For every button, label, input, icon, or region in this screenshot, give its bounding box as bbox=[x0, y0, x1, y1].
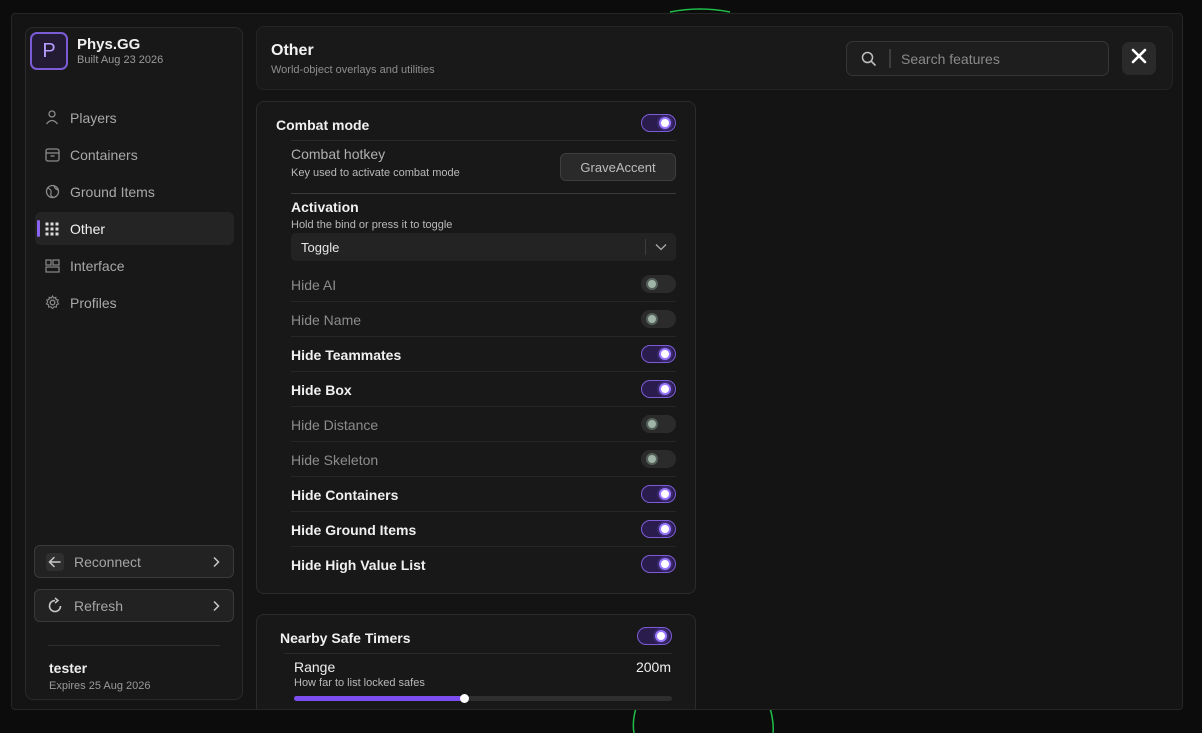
grid-icon bbox=[44, 221, 60, 237]
close-icon bbox=[1131, 48, 1147, 69]
gear-icon bbox=[44, 295, 60, 311]
person-icon bbox=[44, 110, 60, 126]
brand: P Phys.GG Built Aug 23 2026 bbox=[30, 32, 163, 70]
activation-value: Toggle bbox=[301, 239, 340, 255]
combat-hotkey-label: Combat hotkey bbox=[291, 146, 386, 162]
slider-handle[interactable] bbox=[460, 694, 470, 703]
page-header: Other World-object overlays and utilitie… bbox=[256, 26, 1173, 90]
user-divider bbox=[48, 645, 220, 646]
page-title: Other bbox=[271, 42, 314, 59]
close-button[interactable] bbox=[1122, 42, 1156, 75]
option-hide-distance: Hide Distance bbox=[291, 407, 676, 442]
option-hide-teammates: Hide Teammates bbox=[291, 337, 676, 372]
option-hide-skeleton: Hide Skeleton bbox=[291, 442, 676, 477]
hide-distance-toggle[interactable] bbox=[641, 415, 676, 433]
hide-high-value-list-toggle[interactable] bbox=[641, 555, 676, 573]
hide-skeleton-toggle[interactable] bbox=[641, 450, 676, 468]
combat-hotkey-button[interactable]: GraveAccent bbox=[560, 153, 676, 181]
hide-ai-toggle[interactable] bbox=[641, 275, 676, 293]
search-box bbox=[846, 41, 1109, 76]
hide-box-toggle[interactable] bbox=[641, 380, 676, 398]
option-label: Hide Ground Items bbox=[291, 522, 417, 538]
arrow-left-icon bbox=[45, 552, 65, 572]
sidebar-item-label: Players bbox=[70, 109, 117, 126]
sidebar-item-label: Containers bbox=[70, 146, 138, 163]
option-hide-ground-items: Hide Ground Items bbox=[291, 512, 676, 547]
license-expiry: Expires 25 Aug 2026 bbox=[49, 680, 151, 692]
sidebar-item-interface[interactable]: Interface bbox=[35, 249, 234, 282]
search-input[interactable] bbox=[901, 49, 1101, 69]
option-hide-ai: Hide AI bbox=[291, 267, 676, 302]
option-label: Hide High Value List bbox=[291, 557, 426, 573]
option-hide-high-value-list: Hide High Value List bbox=[291, 547, 676, 582]
sidebar-item-players[interactable]: Players bbox=[35, 101, 234, 134]
option-label: Hide Box bbox=[291, 382, 352, 398]
sidebar: P Phys.GG Built Aug 23 2026 Players Cont… bbox=[25, 27, 243, 700]
option-label: Hide Distance bbox=[291, 417, 379, 433]
slider-fill bbox=[294, 696, 465, 701]
app-window: P Phys.GG Built Aug 23 2026 Players Cont… bbox=[11, 13, 1183, 710]
layout-icon bbox=[44, 258, 60, 274]
range-value: 200m bbox=[635, 659, 671, 675]
sidebar-item-label: Ground Items bbox=[70, 183, 155, 200]
hide-ground-items-toggle[interactable] bbox=[641, 520, 676, 538]
sidebar-nav: Players Containers Ground Items Other In… bbox=[35, 101, 234, 323]
chevron-right-icon bbox=[211, 599, 221, 615]
divider bbox=[291, 193, 676, 194]
option-label: Hide Teammates bbox=[291, 347, 402, 363]
brand-name: Phys.GG bbox=[77, 35, 141, 53]
page-subtitle: World-object overlays and utilities bbox=[271, 64, 435, 76]
refresh-icon bbox=[45, 596, 65, 616]
chevron-down-icon bbox=[654, 240, 668, 257]
option-label: Hide Name bbox=[291, 312, 362, 328]
chevron-right-icon bbox=[211, 555, 221, 571]
option-hide-name: Hide Name bbox=[291, 302, 676, 337]
search-divider bbox=[889, 49, 891, 68]
combat-mode-title: Combat mode bbox=[276, 117, 370, 133]
range-label: Range bbox=[294, 659, 336, 675]
reconnect-label: Reconnect bbox=[74, 553, 141, 570]
option-hide-box: Hide Box bbox=[291, 372, 676, 407]
activation-label: Activation bbox=[291, 199, 359, 215]
hide-containers-toggle[interactable] bbox=[641, 485, 676, 503]
sidebar-item-other[interactable]: Other bbox=[35, 212, 234, 245]
sidebar-item-label: Interface bbox=[70, 257, 125, 274]
reconnect-button[interactable]: Reconnect bbox=[34, 545, 234, 578]
sidebar-item-label: Profiles bbox=[70, 294, 117, 311]
option-label: Hide AI bbox=[291, 277, 337, 293]
activation-desc: Hold the bind or press it to toggle bbox=[291, 219, 453, 231]
range-desc: How far to list locked safes bbox=[294, 677, 425, 689]
combat-mode-toggle[interactable] bbox=[641, 114, 676, 132]
box-icon bbox=[44, 147, 60, 163]
safe-timers-title: Nearby Safe Timers bbox=[280, 630, 411, 646]
brand-logo: P bbox=[30, 32, 68, 70]
range-slider[interactable] bbox=[294, 694, 672, 703]
activation-select[interactable]: Toggle bbox=[291, 233, 676, 261]
sidebar-item-containers[interactable]: Containers bbox=[35, 138, 234, 171]
build-date: Built Aug 23 2026 bbox=[77, 53, 164, 66]
sidebar-item-profiles[interactable]: Profiles bbox=[35, 286, 234, 319]
search-icon bbox=[861, 51, 877, 72]
safe-timers-toggle[interactable] bbox=[637, 627, 672, 645]
refresh-label: Refresh bbox=[74, 597, 124, 614]
option-hide-containers: Hide Containers bbox=[291, 477, 676, 512]
sidebar-item-label: Other bbox=[70, 220, 106, 237]
combat-mode-card: Combat mode Combat hotkey Key used to ac… bbox=[256, 101, 696, 594]
option-label: Hide Skeleton bbox=[291, 452, 379, 468]
refresh-button[interactable]: Refresh bbox=[34, 589, 234, 622]
safe-timers-card: Nearby Safe Timers Range 200m How far to… bbox=[256, 614, 696, 709]
divider bbox=[284, 653, 672, 654]
hide-name-toggle[interactable] bbox=[641, 310, 676, 328]
combat-hotkey-desc: Key used to activate combat mode bbox=[291, 167, 460, 179]
user-name: tester bbox=[49, 660, 88, 676]
divider bbox=[291, 140, 676, 141]
option-label: Hide Containers bbox=[291, 487, 399, 503]
sidebar-item-ground-items[interactable]: Ground Items bbox=[35, 175, 234, 208]
globe-icon bbox=[44, 184, 60, 200]
hide-teammates-toggle[interactable] bbox=[641, 345, 676, 363]
